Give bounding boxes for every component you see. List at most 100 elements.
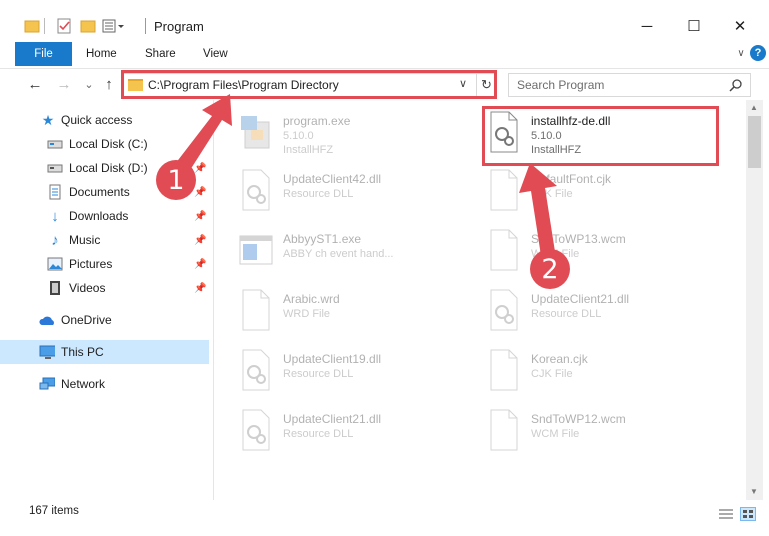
sidebar-item-onedrive[interactable]: OneDrive <box>0 308 209 332</box>
pin-icon[interactable]: 📌 <box>194 211 206 222</box>
callout-2: 2 <box>530 249 570 289</box>
pin-icon[interactable]: 📌 <box>194 163 206 174</box>
file-type: Resource DLL <box>283 188 354 200</box>
sidebar-item-quick-access[interactable]: ★ Quick access <box>0 108 209 132</box>
file-type: ABBY ch event hand... <box>283 248 394 260</box>
search-placeholder: Search Program <box>517 78 605 92</box>
ribbon-tabs: File Home Share View ∨ ? <box>0 41 769 67</box>
pin-icon[interactable]: 📌 <box>194 139 206 150</box>
file-name: DefaultFont.cjk <box>531 172 612 186</box>
sidebar-label: Videos <box>69 281 106 295</box>
sidebar-item-downloads[interactable]: ↓ Downloads 📌 <box>0 204 209 228</box>
file-type: Resource DLL <box>283 368 354 380</box>
file-item-arabic-wrd[interactable]: Arabic.wrd WRD File <box>215 280 455 336</box>
file-item-updateclient42[interactable]: UpdateClient42.dll Resource DLL <box>215 160 455 216</box>
address-bar-highlight <box>121 70 497 99</box>
pin-icon[interactable]: 📌 <box>194 283 206 294</box>
pin-icon[interactable]: 📌 <box>194 187 206 198</box>
dll-icon <box>237 168 275 212</box>
onedrive-icon <box>39 312 55 328</box>
pin-icon[interactable]: 📌 <box>194 235 206 246</box>
drive-icon <box>47 136 63 152</box>
details-view-icon[interactable] <box>718 507 734 521</box>
sidebar-item-pictures[interactable]: Pictures 📌 <box>0 252 209 276</box>
tab-view[interactable]: View <box>203 42 228 66</box>
dll-icon <box>485 288 523 332</box>
sidebar-item-music[interactable]: ♪ Music 📌 <box>0 228 209 252</box>
file-item-korean-cjk[interactable]: Korean.cjk CJK File <box>463 340 703 396</box>
large-icons-view-icon[interactable] <box>740 507 756 521</box>
blank-file-icon <box>485 408 523 452</box>
file-name: UpdateClient21.dll <box>283 412 382 426</box>
item-count: 167 items <box>29 505 79 517</box>
blank-file-icon <box>237 288 275 332</box>
file-name: SndToWP12.wcm <box>531 412 626 426</box>
file-name: SndToWP13.wcm <box>531 232 626 246</box>
file-item-updateclient21-right[interactable]: UpdateClient21.dll Resource DLL <box>463 280 703 336</box>
tab-file[interactable]: File <box>15 42 72 66</box>
file-item-sndtowp12[interactable]: SndToWP12.wcm WCM File <box>463 400 703 456</box>
window-title: Program <box>154 19 204 34</box>
recent-locations-button[interactable]: ⌄ <box>80 75 98 93</box>
properties-icon[interactable] <box>56 18 72 34</box>
sidebar-label: Quick access <box>61 113 133 127</box>
sidebar-item-local-disk-c[interactable]: Local Disk (C:) 📌 <box>0 132 209 156</box>
drive-icon <box>47 160 63 176</box>
pin-icon[interactable]: 📌 <box>194 259 206 270</box>
maximize-button[interactable]: ☐ <box>679 13 709 39</box>
back-button[interactable]: ← <box>26 75 44 93</box>
computer-icon <box>39 344 55 360</box>
downloads-icon: ↓ <box>51 207 59 225</box>
new-folder-icon[interactable] <box>80 18 96 34</box>
sidebar-label: Downloads <box>69 209 129 223</box>
file-type: WCM File <box>531 428 580 440</box>
scrollbar-thumb[interactable] <box>748 116 761 168</box>
tab-share[interactable]: Share <box>145 42 176 66</box>
blank-file-icon <box>485 348 523 392</box>
file-item-updateclient21-left[interactable]: UpdateClient21.dll Resource DLL <box>215 400 455 456</box>
sidebar-label: Network <box>61 377 106 391</box>
vertical-scrollbar[interactable]: ▲ ▼ <box>746 100 763 500</box>
file-item-abbyyst1[interactable]: AbbyyST1.exe ABBY ch event hand... <box>215 220 455 276</box>
search-icon[interactable] <box>729 78 743 92</box>
exe-window-icon <box>237 228 275 272</box>
file-type: WRD File <box>283 308 331 320</box>
file-version: 5.10.0 <box>283 130 314 142</box>
help-button[interactable]: ? <box>750 45 766 61</box>
customize-qat-icon[interactable] <box>102 18 126 34</box>
file-name: Arabic.wrd <box>283 292 340 306</box>
file-item-sndtowp13[interactable]: SndToWP13.wcm WCM File <box>463 220 703 276</box>
file-item-updateclient19[interactable]: UpdateClient19.dll Resource DLL <box>215 340 455 396</box>
status-bar: 167 items <box>0 500 769 536</box>
file-name: UpdateClient19.dll <box>283 352 382 366</box>
sidebar-item-this-pc[interactable]: This PC <box>0 340 209 364</box>
pictures-icon <box>47 256 63 272</box>
file-item-defaultfont[interactable]: DefaultFont.cjk CJK File <box>463 160 703 216</box>
minimize-button[interactable]: ─ <box>632 13 662 39</box>
qat-divider <box>44 18 45 34</box>
search-input[interactable]: Search Program <box>508 73 751 97</box>
scroll-up-icon[interactable]: ▲ <box>750 103 758 112</box>
tab-home[interactable]: Home <box>86 42 117 66</box>
music-icon: ♪ <box>51 231 59 249</box>
file-type: CJK File <box>531 188 573 200</box>
file-description: InstallHFZ <box>283 144 334 156</box>
network-icon <box>39 376 55 392</box>
expand-ribbon-button[interactable]: ∨ <box>732 44 750 62</box>
sidebar-item-network[interactable]: Network <box>0 372 209 396</box>
sidebar-label: Music <box>69 233 101 247</box>
sidebar-label: Documents <box>69 185 130 199</box>
file-name: program.exe <box>283 114 351 128</box>
title-bar: Program ─ ☐ ✕ <box>0 0 769 40</box>
videos-icon <box>47 280 63 296</box>
file-item-program-exe[interactable]: program.exe 5.10.0 InstallHFZ <box>215 102 455 158</box>
documents-icon <box>47 184 63 200</box>
folder-icon <box>24 18 40 34</box>
sidebar-label: Pictures <box>69 257 113 271</box>
close-button[interactable]: ✕ <box>725 13 755 39</box>
scroll-down-icon[interactable]: ▼ <box>750 487 758 496</box>
up-button[interactable]: ↑ <box>100 75 118 93</box>
sidebar-item-videos[interactable]: Videos 📌 <box>0 276 209 300</box>
dll-icon <box>237 408 275 452</box>
forward-button[interactable]: → <box>55 75 73 93</box>
